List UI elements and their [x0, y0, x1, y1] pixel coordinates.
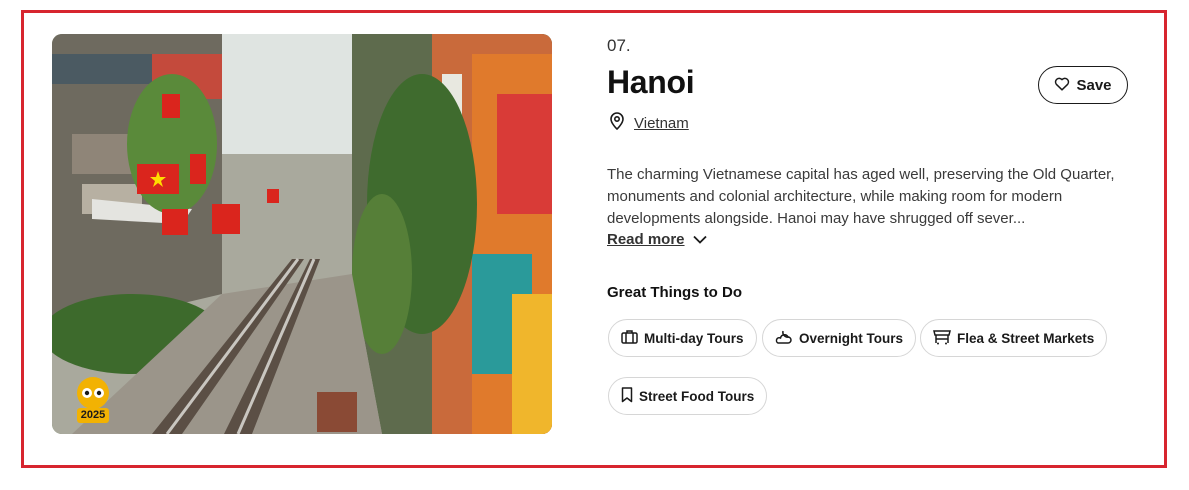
chip-overnight-tours[interactable]: Overnight Tours: [762, 319, 917, 357]
country-link[interactable]: Vietnam: [634, 115, 689, 132]
award-badge-year: 2025: [80, 409, 106, 421]
save-button-label: Save: [1076, 76, 1112, 94]
section-heading: Great Things to Do: [607, 284, 742, 301]
map-pin-icon: [610, 112, 624, 135]
chip-street-food-tours[interactable]: Street Food Tours: [608, 377, 768, 415]
chip-label: Flea & Street Markets: [957, 330, 1095, 346]
destination-photo[interactable]: [52, 34, 552, 434]
chip-label: Multi-day Tours: [644, 330, 744, 346]
save-button[interactable]: Save: [1038, 66, 1128, 104]
heart-icon: [1054, 76, 1070, 95]
read-more-link[interactable]: Read more: [607, 231, 707, 248]
bookmark-icon: [621, 386, 633, 406]
award-badge: 2025: [76, 376, 110, 424]
destination-description: The charming Vietnamese capital has aged…: [607, 166, 1115, 227]
location-row: Vietnam: [610, 112, 689, 135]
market-stall-icon: [933, 329, 951, 348]
moon-cloud-icon: [775, 329, 793, 348]
briefcase-icon: [621, 329, 638, 347]
chip-flea-street-markets[interactable]: Flea & Street Markets: [920, 319, 1108, 357]
destination-rank: 07.: [607, 36, 631, 55]
chip-label: Street Food Tours: [639, 388, 755, 404]
read-more-label: Read more: [607, 231, 685, 248]
destination-title: Hanoi: [607, 64, 695, 100]
chevron-down-icon: [692, 231, 707, 248]
chip-label: Overnight Tours: [799, 330, 904, 346]
chip-multi-day-tours[interactable]: Multi-day Tours: [608, 319, 757, 357]
